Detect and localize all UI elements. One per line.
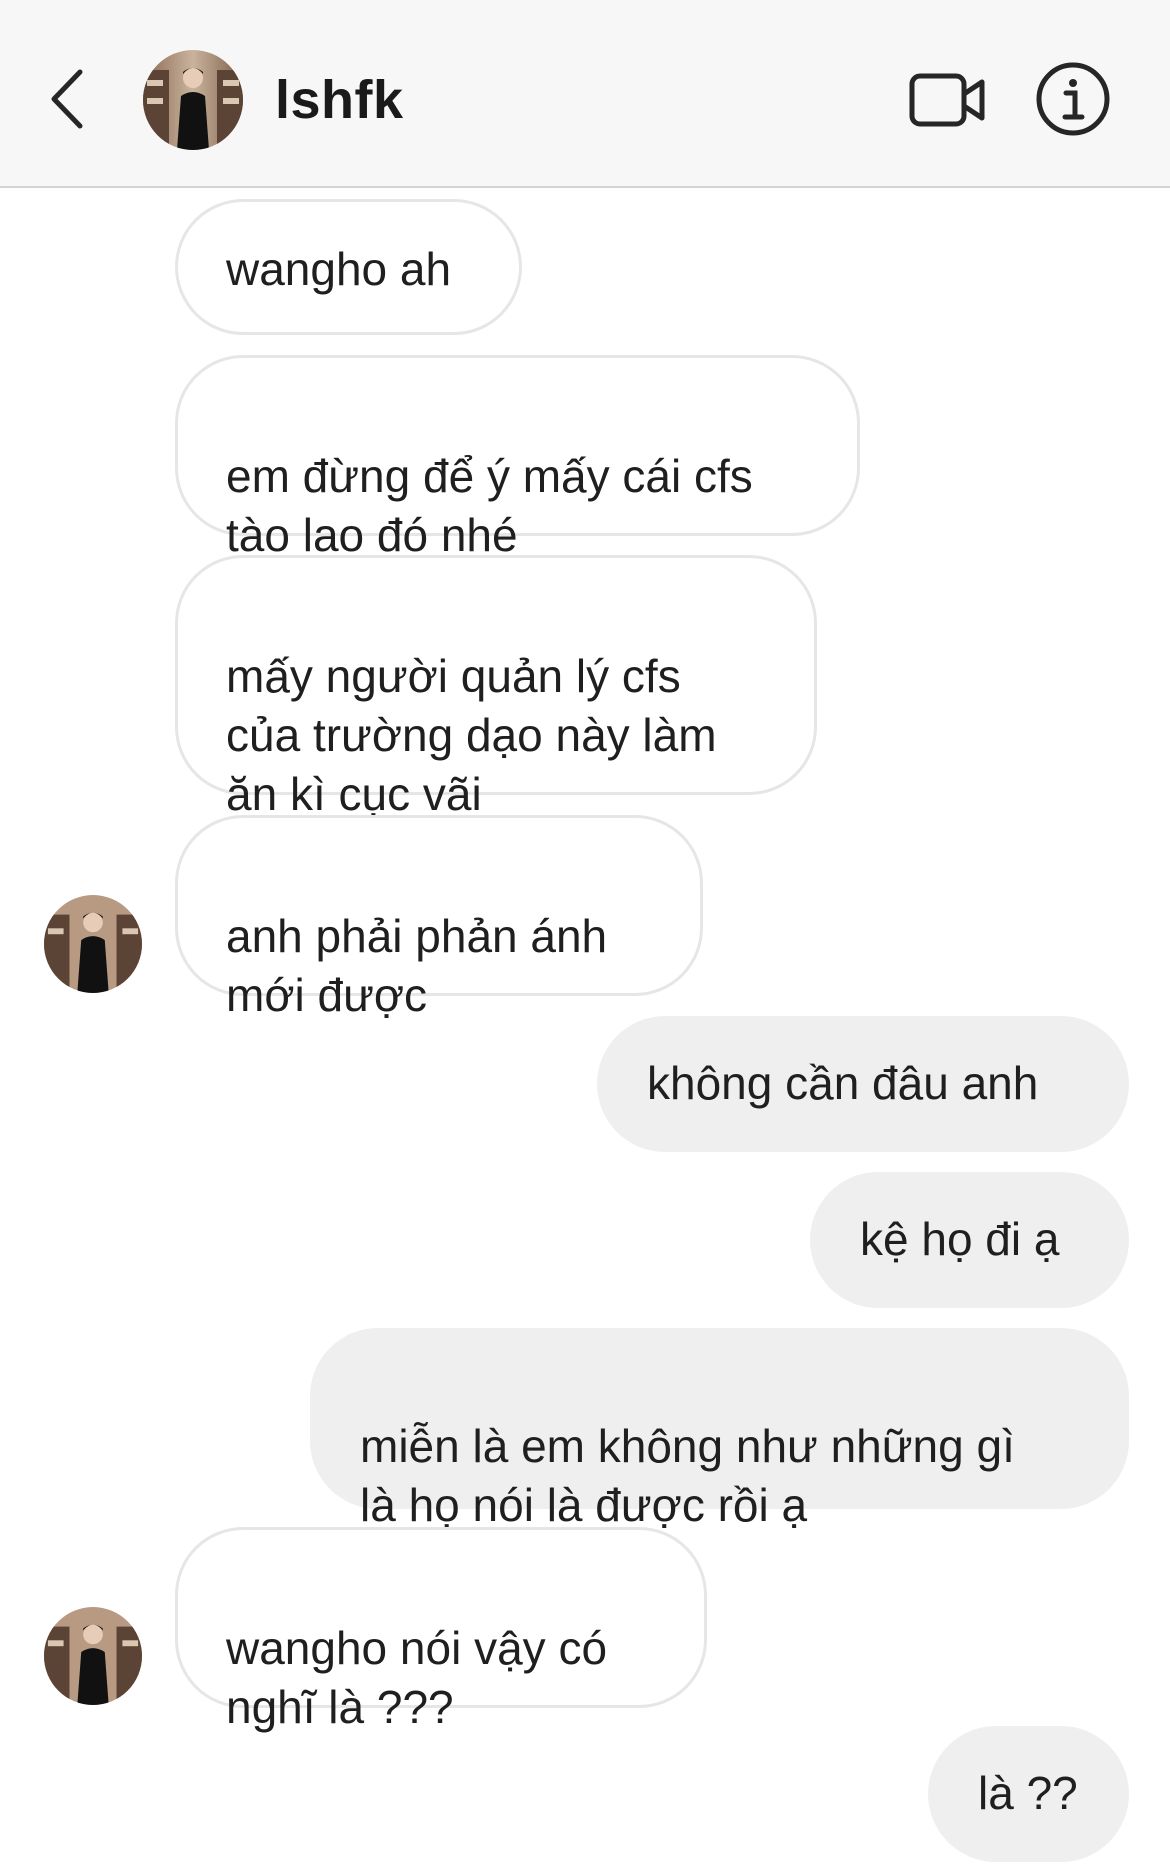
avatar-image	[143, 50, 243, 150]
message-bubble-outgoing[interactable]: không cần đâu anh	[597, 1016, 1129, 1152]
chat-username[interactable]: lshfk	[275, 70, 404, 130]
info-icon	[1036, 62, 1110, 136]
message-text: wangho ah	[226, 243, 452, 295]
sender-avatar[interactable]	[44, 895, 142, 993]
message-text: wangho nói vậy có nghĩ là ???	[226, 1622, 608, 1733]
chevron-left-icon	[51, 69, 83, 129]
message-text: mấy người quản lý cfs của trường dạo này…	[226, 650, 717, 820]
message-text: kệ họ đi ạ	[860, 1213, 1060, 1265]
message-bubble-incoming[interactable]: mấy người quản lý cfs của trường dạo này…	[175, 555, 817, 820]
message-bubble-incoming[interactable]: wangho ah	[175, 199, 522, 335]
sender-avatar[interactable]	[44, 1607, 142, 1705]
message-text: anh phải phản ánh mới được	[226, 910, 608, 1021]
message-bubble-outgoing[interactable]: miễn là em không như những gì là họ nói …	[310, 1328, 1129, 1531]
message-bubble-incoming[interactable]: em đừng để ý mấy cái cfs tào lao đó nhé	[175, 355, 860, 561]
message-bubble-outgoing[interactable]: là ??	[928, 1726, 1129, 1862]
message-text: em đừng để ý mấy cái cfs tào lao đó nhé	[226, 450, 753, 561]
avatar-image	[44, 1607, 142, 1705]
video-camera-icon	[909, 73, 985, 127]
message-text: không cần đâu anh	[647, 1057, 1039, 1109]
info-button[interactable]	[1035, 61, 1111, 137]
message-bubble-incoming[interactable]: wangho nói vậy có nghĩ là ???	[175, 1527, 707, 1733]
chat-header: lshfk	[0, 0, 1170, 188]
message-text: miễn là em không như những gì là họ nói …	[360, 1420, 1015, 1531]
message-bubble-outgoing[interactable]: kệ họ đi ạ	[810, 1172, 1129, 1308]
message-text: là ??	[978, 1767, 1078, 1819]
profile-avatar[interactable]	[143, 50, 243, 150]
message-bubble-incoming[interactable]: anh phải phản ánh mới được	[175, 815, 703, 1021]
avatar-image	[44, 895, 142, 993]
back-button[interactable]	[44, 66, 92, 132]
video-call-button[interactable]	[908, 70, 988, 130]
